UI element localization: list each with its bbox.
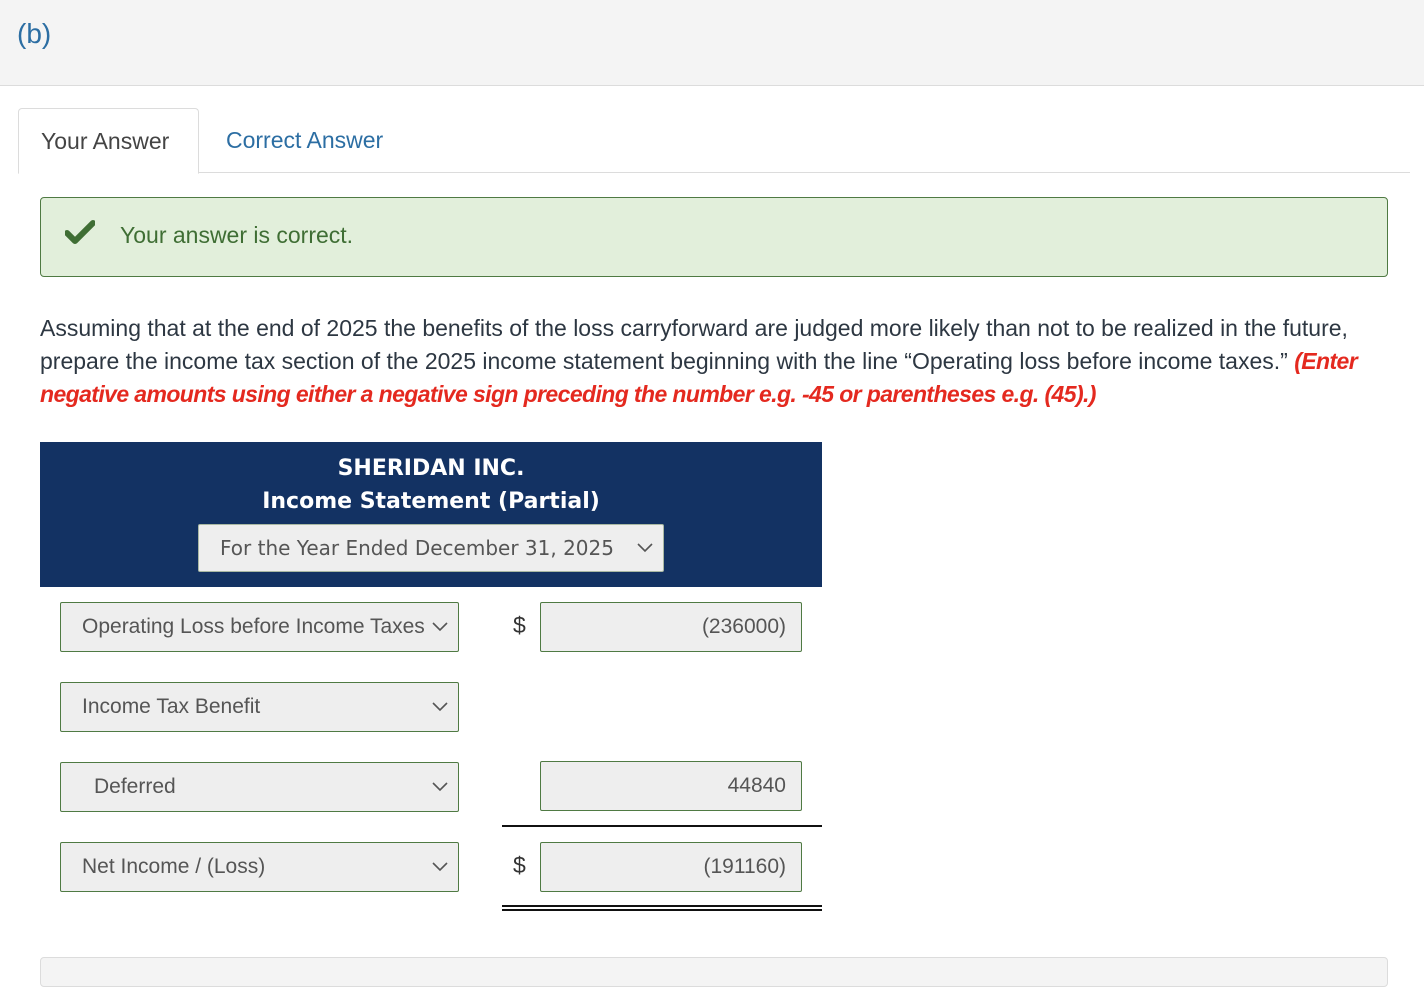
row-label-value: Operating Loss before Income Taxes <box>82 615 425 638</box>
period-select[interactable]: For the Year Ended December 31, 2025 <box>198 524 664 572</box>
alert-message: Your answer is correct. <box>120 222 354 248</box>
correct-answer-alert: Your answer is correct. <box>40 197 1388 277</box>
subtotal-rule <box>502 825 822 827</box>
chevron-down-icon <box>432 622 448 632</box>
row-label-value: Deferred <box>94 775 176 798</box>
part-header: (b) <box>0 0 1424 86</box>
next-section-panel <box>40 957 1388 987</box>
question-body: Assuming that at the end of 2025 the ben… <box>40 315 1348 374</box>
row-label-value: Net Income / (Loss) <box>82 855 266 878</box>
row-label-select[interactable]: Net Income / (Loss) <box>60 842 459 892</box>
question-text: Assuming that at the end of 2025 the ben… <box>40 312 1390 411</box>
total-double-rule-bottom <box>502 909 822 911</box>
row-label-select[interactable]: Operating Loss before Income Taxes <box>60 602 459 652</box>
row-label-select[interactable]: Deferred <box>60 762 459 812</box>
amount-input[interactable]: (236000) <box>540 602 802 652</box>
chevron-down-icon <box>432 782 448 792</box>
chevron-down-icon <box>432 862 448 872</box>
amount-input[interactable]: 44840 <box>540 761 802 811</box>
statement-title: Income Statement (Partial) <box>262 489 600 514</box>
row-label-select[interactable]: Income Tax Benefit <box>60 682 459 732</box>
tab-correct-answer[interactable]: Correct Answer <box>204 108 405 173</box>
part-label: (b) <box>17 18 52 49</box>
currency-symbol: $ <box>513 612 526 638</box>
period-select-value: For the Year Ended December 31, 2025 <box>220 536 614 560</box>
tab-your-answer[interactable]: Your Answer <box>18 108 199 174</box>
statement-header: SHERIDAN INC. Income Statement (Partial)… <box>40 442 822 587</box>
amount-input[interactable]: (191160) <box>540 842 802 892</box>
answer-tabs: Your Answer Correct Answer <box>18 108 1410 174</box>
currency-symbol: $ <box>513 852 526 878</box>
company-name: SHERIDAN INC. <box>337 456 525 481</box>
chevron-down-icon <box>432 702 448 712</box>
chevron-down-icon <box>637 543 653 553</box>
row-label-value: Income Tax Benefit <box>82 695 261 718</box>
total-double-rule-top <box>502 905 822 907</box>
check-icon <box>65 220 95 244</box>
